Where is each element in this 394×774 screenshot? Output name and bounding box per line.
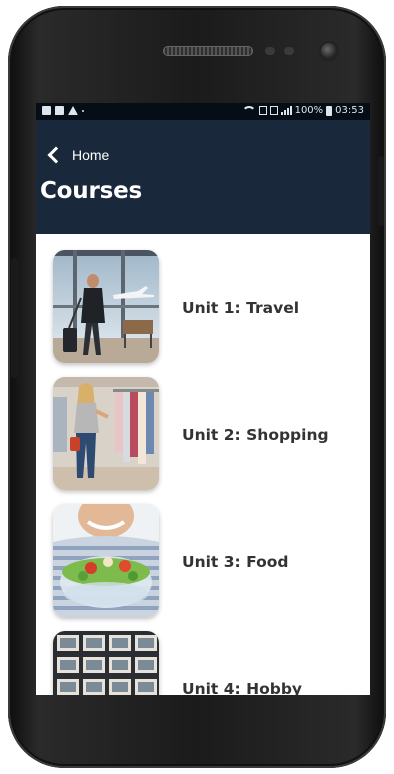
traveler-airport-image [53,250,159,363]
power-button [378,156,384,226]
light-sensor [284,47,294,55]
earpiece-speaker [163,46,253,56]
salad-bowl-image [53,504,159,617]
back-label: Home [72,147,110,163]
status-bar: 100% 03:53 [36,103,370,120]
woman-shopping-image [53,377,159,490]
signal-icon [280,106,292,115]
chevron-left-icon [47,146,65,164]
course-label: Unit 2: Shopping [182,426,329,444]
message-icon [55,106,64,115]
app-screen: 100% 03:53 Home Courses Unit 1: Travel U… [36,103,370,695]
course-label: Unit 1: Travel [182,299,300,317]
battery-percent: 100% [294,105,324,116]
course-item-food[interactable]: Unit 3: Food [36,488,370,617]
stamp-collection-image [53,631,159,695]
course-label: Unit 4: Hobby [182,680,303,695]
volume-button [11,258,18,378]
notification-dot-icon [82,109,84,112]
proximity-sensor [265,47,275,55]
app-header: Home Courses [36,120,370,234]
course-item-hobby[interactable]: Unit 4: Hobby [36,615,370,695]
course-item-shopping[interactable]: Unit 2: Shopping [36,361,370,490]
facebook-icon [42,106,51,115]
wifi-icon [241,105,256,116]
clock: 03:53 [335,105,364,116]
front-camera-icon [321,43,337,59]
warning-icon [68,106,78,115]
course-item-travel[interactable]: Unit 1: Travel [36,234,370,363]
course-label: Unit 3: Food [182,553,289,571]
page-title: Courses [40,178,142,204]
back-button[interactable]: Home [46,146,110,164]
data-icon [269,106,278,115]
battery-icon [326,105,333,116]
nfc-icon [258,106,267,115]
